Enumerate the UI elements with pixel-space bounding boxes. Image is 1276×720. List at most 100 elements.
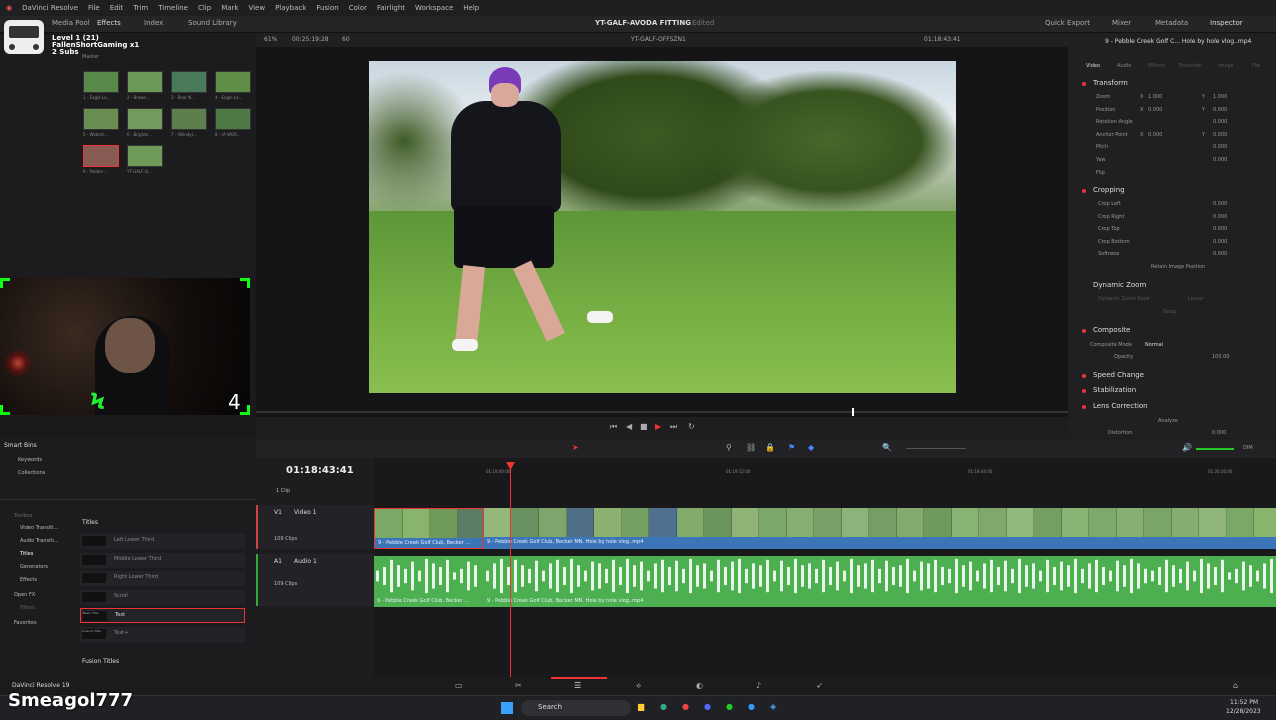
transform-y-value[interactable]: 0.000	[1213, 157, 1227, 163]
menu-mark[interactable]: Mark	[221, 4, 238, 12]
title-item[interactable]: Scroll	[80, 589, 245, 605]
collections-item[interactable]: Collections	[18, 470, 45, 476]
menu-help[interactable]: Help	[463, 4, 479, 12]
transform-y-value[interactable]: 0.000	[1213, 119, 1227, 125]
zoom-slider[interactable]	[906, 448, 966, 449]
favorites-item[interactable]: Favorites	[14, 620, 37, 626]
marker-icon[interactable]: ◆	[808, 444, 814, 452]
menu-view[interactable]: View	[248, 4, 265, 12]
tab-transition[interactable]: Transition	[1178, 63, 1202, 69]
bin-name[interactable]: Master	[82, 54, 99, 60]
stop-icon[interactable]: ■	[640, 423, 648, 431]
generators-item[interactable]: Generators	[20, 564, 48, 570]
toolbox-item[interactable]: Toolbox	[14, 513, 33, 519]
audio-transitions-item[interactable]: Audio Transiti...	[20, 538, 59, 544]
tab-image[interactable]: Image	[1218, 63, 1234, 69]
transform-section[interactable]: Transform	[1093, 79, 1128, 87]
composite-section[interactable]: Composite	[1093, 326, 1130, 334]
resolve-taskbar-icon[interactable]: ◈	[770, 703, 776, 711]
menu-trim[interactable]: Trim	[133, 4, 148, 12]
title-item[interactable]: Custom Title Text+	[80, 626, 245, 642]
menu-fairlight[interactable]: Fairlight	[377, 4, 405, 12]
reverse-icon[interactable]: ◀	[626, 423, 632, 431]
transform-x-value[interactable]: 0.000	[1148, 107, 1162, 113]
inspector-section[interactable]: Speed Change	[1093, 371, 1144, 379]
edge-icon[interactable]: ●	[748, 703, 755, 711]
taskbar-search[interactable]: Search	[521, 700, 631, 716]
skip-start-icon[interactable]: ⏮	[610, 423, 617, 431]
menu-playback[interactable]: Playback	[275, 4, 306, 12]
inspector-button[interactable]: Inspector	[1210, 19, 1243, 27]
analyze-button[interactable]: Analyze	[1158, 418, 1178, 424]
video-clip-b[interactable]: 9 - Pebble Creek Golf Club, Becker MN. H…	[484, 508, 1276, 549]
lock-icon[interactable]: 🔒	[765, 444, 775, 452]
page-color-icon[interactable]: ◐	[696, 682, 703, 690]
chrome-icon[interactable]: ●	[660, 703, 667, 711]
keywords-item[interactable]: Keywords	[18, 457, 42, 463]
inspector-section[interactable]: Stabilization	[1093, 386, 1136, 394]
transform-x-value[interactable]: 0.000	[1148, 132, 1162, 138]
effects-item[interactable]: Effects	[20, 577, 37, 583]
tab-video[interactable]: Video	[1086, 63, 1100, 69]
link-icon[interactable]: ⛓	[746, 444, 756, 452]
track-a1-header[interactable]: A1 Audio 1 109 Clips	[256, 554, 374, 606]
video-transitions-item[interactable]: Video Transiti...	[20, 525, 58, 531]
opacity-value[interactable]: 100.00	[1212, 354, 1230, 360]
effects-button[interactable]: Effects	[97, 19, 121, 27]
crop-param-value[interactable]: 0.000	[1213, 214, 1227, 220]
transform-y-value[interactable]: 0.000	[1213, 132, 1227, 138]
clip-thumbnail[interactable]	[83, 71, 119, 93]
volume-icon[interactable]: 🔊	[1182, 444, 1192, 452]
clip-thumbnail[interactable]	[215, 108, 251, 130]
title-item[interactable]: Left Lower Third	[80, 534, 245, 549]
viewer-scrubber[interactable]	[852, 408, 854, 416]
play-icon[interactable]: ▶	[655, 423, 661, 431]
browser-icon[interactable]: ●	[682, 703, 689, 711]
xbox-icon[interactable]: ●	[726, 703, 733, 711]
title-item[interactable]: Middle Lower Third	[80, 552, 245, 568]
tab-audio[interactable]: Audio	[1117, 63, 1131, 69]
tab-effects[interactable]: Effects	[1148, 63, 1165, 69]
transform-y-value[interactable]: 0.000	[1213, 144, 1227, 150]
media-pool-button[interactable]: Media Pool	[52, 19, 90, 27]
clip-thumbnail[interactable]	[127, 71, 163, 93]
clip-thumbnail[interactable]	[215, 71, 251, 93]
clip-thumbnail[interactable]	[83, 145, 119, 167]
clip-thumbnail[interactable]	[171, 71, 207, 93]
video-clip-a[interactable]: 9 - Pebble Creek Golf Club, Becker ...	[374, 508, 484, 549]
page-media-icon[interactable]: ▭	[455, 682, 463, 690]
page-fairlight-icon[interactable]: ♪	[756, 682, 761, 690]
page-cut-icon[interactable]: ✂	[515, 682, 522, 690]
audio-clip-a[interactable]: 9 - Pebble Creek Golf Club, Becker ...	[374, 556, 484, 607]
skip-end-icon[interactable]: ⏭	[670, 423, 677, 431]
home-icon[interactable]: ⌂	[1233, 682, 1238, 690]
retain-image-position[interactable]: Retain Image Position	[1151, 264, 1205, 270]
selection-tool-icon[interactable]: ➤	[572, 444, 579, 452]
quick-export-button[interactable]: Quick Export	[1045, 19, 1090, 27]
clip-thumbnail[interactable]	[127, 145, 163, 167]
audio-clip-b[interactable]: 9 - Pebble Creek Golf Club, Becker MN. H…	[484, 556, 1276, 607]
dynamic-zoom-ease-value[interactable]: Linear	[1188, 296, 1204, 302]
playhead[interactable]	[510, 466, 511, 677]
crop-param-value[interactable]: 0.000	[1213, 226, 1227, 232]
explorer-icon[interactable]: ▆	[638, 703, 644, 711]
transform-y-value[interactable]: 0.000	[1213, 107, 1227, 113]
transform-y-value[interactable]: 1.000	[1213, 94, 1227, 100]
loop-icon[interactable]: ↻	[688, 423, 695, 431]
clip-thumbnail[interactable]	[127, 108, 163, 130]
menu-clip[interactable]: Clip	[198, 4, 211, 12]
title-item[interactable]: Right Lower Third	[80, 571, 245, 586]
page-fusion-icon[interactable]: ⟡	[636, 682, 641, 690]
index-button[interactable]: Index	[144, 19, 163, 27]
distortion-value[interactable]: 0.000	[1212, 430, 1226, 436]
track-v1-header[interactable]: V1 Video 1 109 Clips	[256, 505, 374, 549]
viewer-zoom[interactable]: 61%	[264, 36, 277, 43]
menu-file[interactable]: File	[88, 4, 100, 12]
timeline-name[interactable]: YT-GALF-OFFSZN1	[631, 36, 686, 43]
discord-icon[interactable]: ●	[704, 703, 711, 711]
open-fx-item[interactable]: Open FX	[14, 592, 35, 598]
snap-icon[interactable]: ⚲	[726, 444, 732, 452]
menu-workspace[interactable]: Workspace	[415, 4, 453, 12]
dim-button[interactable]: DIM	[1243, 445, 1253, 451]
dynamic-zoom-section[interactable]: Dynamic Zoom	[1093, 281, 1146, 289]
